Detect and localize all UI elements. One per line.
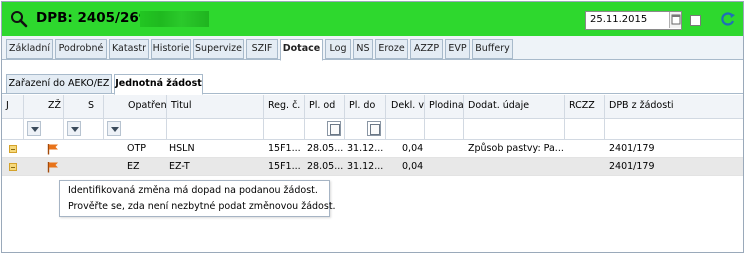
- filter-opatreni-dropdown[interactable]: [107, 121, 121, 136]
- cell-dodat: [468, 158, 564, 176]
- tab-zarazeni[interactable]: Zařazení do AEKO/EZ: [6, 74, 112, 94]
- tab-log[interactable]: Log: [325, 39, 351, 59]
- cell-rczz: [568, 158, 604, 176]
- cell-opatreni: EZ: [127, 161, 140, 172]
- tab-buffery[interactable]: Buffery: [472, 39, 513, 59]
- main-window: DPB: 2405/269 25.11.2015 Základní Podrob…: [1, 1, 744, 253]
- cell-pl-od: 28.05...: [307, 143, 344, 154]
- tab-zakladni[interactable]: Základní: [6, 39, 53, 59]
- filter-zz-dropdown[interactable]: [27, 121, 41, 136]
- redacted-area: [140, 11, 209, 27]
- tooltip-line-2: Prověřte se, zda není nezbytné podat změ…: [68, 201, 336, 212]
- page-title: DPB: 2405/269: [36, 10, 149, 26]
- sub-tabs: Zařazení do AEKO/EZ Jednotná žádost: [2, 70, 743, 95]
- tab-supervize[interactable]: Supervize: [193, 39, 244, 59]
- cell-dpb: 2401/179: [609, 161, 655, 172]
- column-header-plodina[interactable]: Plodina: [425, 95, 464, 119]
- tab-ns[interactable]: NS: [353, 39, 373, 59]
- header-checkbox[interactable]: [690, 15, 701, 26]
- table-row[interactable]: OTP HSLN 15F1... 28.05... 31.12... 0,04 …: [2, 140, 743, 158]
- cell-plodina: [427, 140, 463, 158]
- magnifier-icon[interactable]: [10, 10, 28, 28]
- tab-eroze[interactable]: Eroze: [375, 39, 408, 59]
- date-field[interactable]: 25.11.2015: [585, 11, 682, 30]
- flag-icon: [47, 162, 58, 173]
- column-header-titul[interactable]: Titul: [167, 95, 264, 119]
- column-header-j[interactable]: J: [2, 95, 24, 119]
- column-header-dekl[interactable]: Dekl. v: [386, 95, 425, 119]
- expand-icon[interactable]: [9, 163, 17, 171]
- tab-azzp[interactable]: AZZP: [410, 39, 443, 59]
- filter-s-dropdown[interactable]: [67, 121, 81, 136]
- grid-header: J ZŽ S Opatření Titul Reg. č. Pl. od Pl.…: [2, 95, 743, 119]
- tab-dotace[interactable]: Dotace: [280, 39, 323, 61]
- cell-opatreni: OTP: [127, 143, 147, 154]
- column-header-rczz[interactable]: RCZZ: [565, 95, 605, 119]
- column-header-reg[interactable]: Reg. č.: [264, 95, 305, 119]
- tab-szif[interactable]: SZIF: [246, 39, 278, 59]
- tab-historie[interactable]: Historie: [151, 39, 191, 59]
- cell-reg: 15F1...: [268, 143, 301, 154]
- cell-dekl: 0,04: [402, 143, 424, 154]
- cell-dpb: 2401/179: [609, 143, 655, 154]
- flag-icon: [47, 144, 58, 155]
- cell-reg: 15F1...: [268, 161, 301, 172]
- main-tabs: Základní Podrobné Katastr Historie Super…: [2, 36, 743, 61]
- calendar-icon[interactable]: [327, 121, 341, 136]
- cell-dodat: Způsob pastvy: Pa...: [468, 143, 564, 154]
- tab-katastr[interactable]: Katastr: [109, 39, 149, 59]
- column-header-dpb[interactable]: DPB z žádosti: [605, 95, 743, 119]
- cell-pl-do: 31.12...: [347, 161, 384, 172]
- column-header-pl-od[interactable]: Pl. od: [305, 95, 345, 119]
- grid-filter-row: [2, 119, 743, 140]
- column-header-pl-do[interactable]: Pl. do: [345, 95, 386, 119]
- cell-pl-do: 31.12...: [347, 143, 384, 154]
- cell-rczz: [568, 140, 604, 158]
- tab-podrobne[interactable]: Podrobné: [55, 39, 107, 59]
- cell-titul: EZ-T: [169, 161, 190, 172]
- column-header-dodat[interactable]: Dodat. údaje: [464, 95, 565, 119]
- calendar-icon[interactable]: [367, 121, 381, 136]
- cell-pl-od: 28.05...: [307, 161, 344, 172]
- expand-icon[interactable]: [9, 145, 17, 153]
- column-header-opatreni[interactable]: Opatření: [104, 95, 167, 119]
- table-row[interactable]: EZ EZ-T 15F1... 28.05... 31.12... 0,04 2…: [2, 158, 743, 176]
- column-header-s[interactable]: S: [64, 95, 104, 119]
- refresh-icon[interactable]: [720, 11, 736, 27]
- cell-plodina: [427, 158, 463, 176]
- header-bar: DPB: 2405/269 25.11.2015: [2, 2, 743, 36]
- calendar-icon[interactable]: [669, 12, 681, 28]
- cell-dekl: 0,04: [402, 161, 424, 172]
- cell-titul: HSLN: [169, 143, 195, 154]
- tooltip: Identifikovaná změna má dopad na podanou…: [59, 180, 336, 217]
- tab-evp[interactable]: EVP: [445, 39, 470, 59]
- tab-jednotna-zadost[interactable]: Jednotná žádost: [114, 74, 203, 95]
- column-header-zz[interactable]: ZŽ: [24, 95, 64, 119]
- tooltip-line-1: Identifikovaná změna má dopad na podanou…: [68, 185, 318, 196]
